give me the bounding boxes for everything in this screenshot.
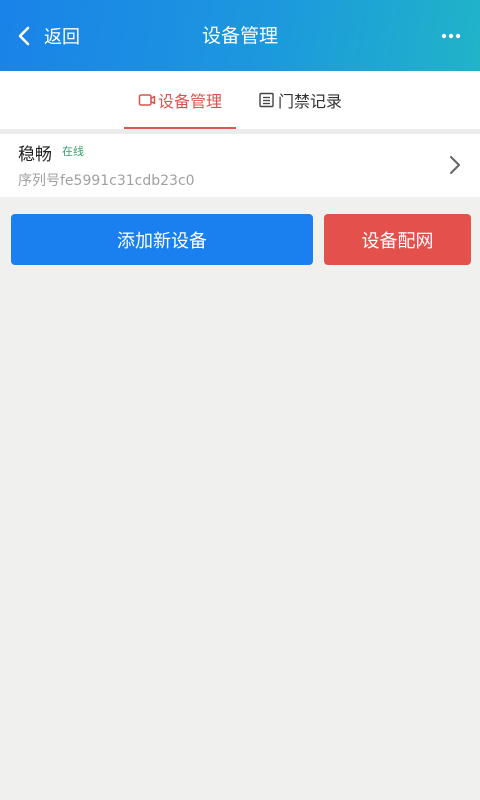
device-name: 稳畅: [18, 145, 52, 165]
device-serial: 序列号fe5991c31cdb23c0: [18, 173, 195, 189]
more-icon: [441, 33, 461, 39]
camera-icon: [138, 94, 156, 106]
status-badge: 在线: [62, 145, 84, 158]
tab-bar: 设备管理 门禁记录: [0, 71, 480, 129]
add-device-button[interactable]: 添加新设备: [11, 214, 313, 265]
app-header: 返回 设备管理: [0, 0, 480, 71]
tab-access-label: 门禁记录: [278, 92, 343, 111]
tab-access-records[interactable]: 门禁记录: [258, 71, 342, 129]
device-list-item[interactable]: 稳畅 在线 序列号fe5991c31cdb23c0: [0, 134, 480, 197]
record-icon: [259, 92, 274, 108]
tab-device-management[interactable]: 设备管理: [124, 71, 236, 129]
chevron-right-icon: [450, 156, 460, 174]
chevron-left-icon: [18, 26, 30, 46]
back-label: 返回: [44, 27, 80, 48]
more-button[interactable]: [436, 24, 466, 48]
device-network-button[interactable]: 设备配网: [324, 214, 471, 265]
back-button[interactable]: 返回: [14, 20, 80, 52]
tab-device-label: 设备管理: [157, 92, 222, 111]
